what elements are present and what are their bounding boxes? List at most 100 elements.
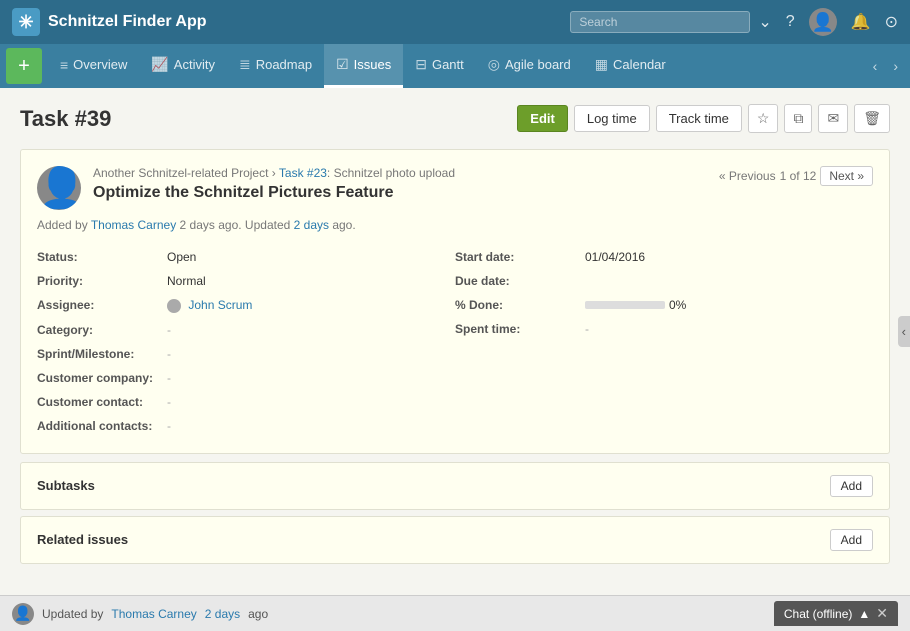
nav-item-overview[interactable]: ≡ Overview <box>48 44 139 88</box>
bottom-avatar: 👤 <box>12 603 34 625</box>
sidebar-toggle[interactable]: ‹ <box>898 316 910 347</box>
customer-company-value: - <box>167 371 171 385</box>
chat-expand-icon[interactable]: ▲ <box>858 607 870 621</box>
parent-task-name: Schnitzel photo upload <box>334 166 455 180</box>
parent-task-link[interactable]: Task #23 <box>279 166 327 180</box>
field-percent-done: % Done: 0% <box>455 294 873 316</box>
sprint-value: - <box>167 347 171 361</box>
field-additional-contacts: Additional contacts: - <box>37 415 455 437</box>
percent-done-value: 0% <box>585 298 686 312</box>
nav-item-roadmap[interactable]: ≣ Roadmap <box>227 44 324 88</box>
field-customer-company: Customer company: - <box>37 367 455 389</box>
category-label: Category: <box>37 323 167 337</box>
customer-company-label: Customer company: <box>37 371 167 385</box>
task-actions: Edit Log time Track time ☆ ⧉ ✉ 🗑 <box>517 104 890 133</box>
related-issues-add-button[interactable]: Add <box>830 529 873 551</box>
app-name: Schnitzel Finder App <box>48 13 207 31</box>
task-info: Another Schnitzel-related Project › Task… <box>93 166 455 202</box>
progress-bar <box>585 301 665 309</box>
chat-close-icon[interactable]: ✕ <box>876 605 888 622</box>
track-time-button[interactable]: Track time <box>656 105 742 132</box>
secondary-navigation: + ≡ Overview 📈 Activity ≣ Roadmap ☑ Issu… <box>0 44 910 88</box>
help-icon[interactable]: ? <box>786 13 795 31</box>
clock-icon[interactable]: ⊙ <box>885 12 898 32</box>
field-customer-contact: Customer contact: - <box>37 391 455 413</box>
nav-item-activity[interactable]: 📈 Activity <box>139 44 227 88</box>
updated-time[interactable]: 2 days <box>294 218 329 232</box>
nav-label-agile: Agile board <box>505 57 571 72</box>
log-time-button[interactable]: Log time <box>574 105 650 132</box>
search-input[interactable] <box>570 11 750 33</box>
start-date-value: 01/04/2016 <box>585 250 645 264</box>
priority-value: Normal <box>167 274 206 288</box>
app-logo: ✳ Schnitzel Finder App <box>12 8 562 36</box>
copy-button[interactable]: ⧉ <box>784 104 812 133</box>
nav-label-roadmap: Roadmap <box>256 57 312 72</box>
nav-next-arrow[interactable]: › <box>885 44 906 88</box>
task-header: Task #39 Edit Log time Track time ☆ ⧉ ✉ … <box>20 104 890 133</box>
edit-button[interactable]: Edit <box>517 105 568 132</box>
field-spent-time: Spent time: - <box>455 318 873 340</box>
sprint-label: Sprint/Milestone: <box>37 347 167 361</box>
nav-item-agile[interactable]: ◎ Agile board <box>476 44 583 88</box>
nav-prev-text: « Previous <box>719 169 776 183</box>
due-date-label: Due date: <box>455 274 585 288</box>
task-fields: Status: Open Priority: Normal Assignee: … <box>37 246 873 437</box>
field-category: Category: - <box>37 319 455 341</box>
calendar-icon: ▦ <box>595 56 608 73</box>
field-sprint: Sprint/Milestone: - <box>37 343 455 365</box>
related-issues-title: Related issues <box>37 532 128 547</box>
assignee-link[interactable]: John Scrum <box>188 298 252 312</box>
subtasks-add-button[interactable]: Add <box>830 475 873 497</box>
priority-label: Priority: <box>37 274 167 288</box>
start-date-label: Start date: <box>455 250 585 264</box>
assignee-label: Assignee: <box>37 298 167 312</box>
assignee-avatar <box>167 299 181 313</box>
top-navigation: ✳ Schnitzel Finder App ⌄ ? 👤 🔔 ⊙ <box>0 0 910 44</box>
assignee-value: John Scrum <box>167 298 252 313</box>
user-avatar[interactable]: 👤 <box>809 8 837 36</box>
task-avatar: 👤 <box>37 166 81 210</box>
field-start-date: Start date: 01/04/2016 <box>455 246 873 268</box>
bottom-update-user[interactable]: Thomas Carney <box>111 607 196 621</box>
mail-button[interactable]: ✉ <box>818 104 848 133</box>
gantt-icon: ⊟ <box>415 56 427 73</box>
nav-page-text: 1 of 12 <box>780 169 817 183</box>
agile-icon: ◎ <box>488 56 500 73</box>
related-issues-section: Related issues Add <box>20 516 890 564</box>
delete-button[interactable]: 🗑 <box>854 104 890 133</box>
field-priority: Priority: Normal <box>37 270 455 292</box>
percent-done-text: 0% <box>669 298 686 312</box>
nav-label-calendar: Calendar <box>613 57 666 72</box>
bell-icon[interactable]: 🔔 <box>851 12 871 32</box>
add-button[interactable]: + <box>6 48 42 84</box>
task-id: Task #39 <box>20 106 111 132</box>
logo-icon: ✳ <box>12 8 40 36</box>
status-value: Open <box>167 250 196 264</box>
field-due-date: Due date: <box>455 270 873 292</box>
task-breadcrumb: Another Schnitzel-related Project › Task… <box>93 166 455 180</box>
field-assignee: Assignee: John Scrum <box>37 294 455 317</box>
added-by-user[interactable]: Thomas Carney <box>91 218 176 232</box>
nav-item-calendar[interactable]: ▦ Calendar <box>583 44 678 88</box>
customer-contact-label: Customer contact: <box>37 395 167 409</box>
chat-widget[interactable]: Chat (offline) ▲ ✕ <box>774 601 898 626</box>
nav-item-gantt[interactable]: ⊟ Gantt <box>403 44 476 88</box>
chat-label: Chat (offline) <box>784 607 852 621</box>
chevron-down-icon[interactable]: ⌄ <box>758 12 771 32</box>
nav-label-issues: Issues <box>354 57 392 72</box>
nav-label-activity: Activity <box>174 57 215 72</box>
roadmap-icon: ≣ <box>239 56 251 73</box>
nav-next-button[interactable]: Next » <box>820 166 873 186</box>
star-button[interactable]: ☆ <box>748 104 779 133</box>
nav-item-issues[interactable]: ☑ Issues <box>324 44 403 88</box>
field-status: Status: Open <box>37 246 455 268</box>
spent-time-label: Spent time: <box>455 322 585 336</box>
task-card-left: 👤 Another Schnitzel-related Project › Ta… <box>37 166 455 210</box>
bottom-update-text: Updated by <box>42 607 103 621</box>
progress-bar-container: 0% <box>585 298 686 312</box>
nav-prev-arrow[interactable]: ‹ <box>865 44 886 88</box>
percent-done-label: % Done: <box>455 298 585 312</box>
bottom-update-time[interactable]: 2 days <box>205 607 240 621</box>
bottom-update-suffix: ago <box>248 607 268 621</box>
